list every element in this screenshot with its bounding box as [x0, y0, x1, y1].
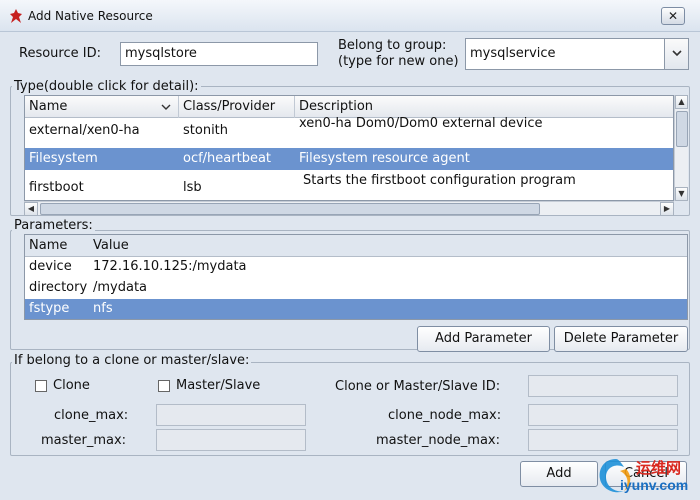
- parameters-legend: Parameters:: [12, 218, 95, 233]
- table-row[interactable]: device 172.16.10.125:/mydata: [25, 257, 687, 278]
- clone-node-max-label: clone_node_max:: [388, 408, 502, 423]
- column-header-provider[interactable]: Class/Provider: [179, 96, 295, 118]
- scroll-up-icon[interactable]: ▲: [675, 95, 688, 109]
- clone-max-label: clone_max:: [54, 408, 129, 423]
- chevron-down-icon[interactable]: [664, 39, 688, 69]
- scroll-left-icon[interactable]: ◀: [24, 202, 38, 216]
- type-table-header: Name Class/Provider Description: [25, 96, 673, 118]
- scroll-thumb[interactable]: [676, 111, 688, 147]
- group-combo-value: mysqlservice: [470, 46, 556, 61]
- clone-label: Clone: [53, 378, 90, 393]
- master-node-max-input[interactable]: [528, 429, 678, 451]
- resource-id-label: Resource ID:: [19, 46, 101, 61]
- master-max-label: master_max:: [41, 433, 127, 448]
- table-row-selected[interactable]: Filesystem ocf/heartbeat Filesystem reso…: [25, 148, 673, 170]
- watermark-url: iyunv.com: [620, 477, 689, 493]
- clone-id-input[interactable]: [528, 375, 678, 397]
- type-legend: Type(double click for detail):: [12, 79, 201, 94]
- type-table-hscrollbar[interactable]: ◀ ▶: [24, 201, 674, 216]
- delete-parameter-button[interactable]: Delete Parameter: [554, 326, 688, 352]
- table-row[interactable]: directory /mydata: [25, 278, 687, 299]
- column-header-description[interactable]: Description: [295, 96, 673, 118]
- close-button[interactable]: ✕: [661, 7, 685, 25]
- column-header-name[interactable]: Name: [25, 96, 179, 118]
- clone-checkbox[interactable]: [35, 380, 47, 392]
- master-node-max-label: master_node_max:: [376, 433, 500, 448]
- clone-legend: If belong to a clone or master/slave:: [12, 353, 252, 368]
- column-header-param-name[interactable]: Name: [25, 235, 89, 257]
- clone-id-label: Clone or Master/Slave ID:: [335, 379, 501, 394]
- type-table: Name Class/Provider Description external…: [24, 95, 674, 201]
- parameters-table-header: Name Value: [25, 235, 687, 257]
- add-parameter-button[interactable]: Add Parameter: [417, 326, 550, 352]
- title-bar: Add Native Resource ✕: [0, 0, 700, 32]
- table-row[interactable]: firstboot lsb Starts the firstboot confi…: [25, 172, 673, 200]
- add-button[interactable]: Add: [520, 461, 598, 487]
- group-label-hint: (type for new one): [338, 54, 459, 69]
- window-title: Add Native Resource: [28, 9, 153, 23]
- group-label: Belong to group:: [338, 38, 447, 53]
- column-header-param-value[interactable]: Value: [89, 235, 289, 257]
- group-combo[interactable]: mysqlservice: [465, 38, 689, 70]
- master-max-input[interactable]: [156, 429, 306, 451]
- parameters-table: Name Value device 172.16.10.125:/mydata …: [24, 234, 688, 320]
- watermark-text: 运维网: [636, 459, 682, 477]
- clone-max-input[interactable]: [156, 404, 306, 426]
- master-slave-label: Master/Slave: [176, 378, 261, 393]
- chevron-down-icon: [161, 104, 171, 110]
- scroll-thumb[interactable]: [40, 203, 540, 215]
- table-row[interactable]: external/xen0-ha stonith xen0-ha Dom0/Do…: [25, 116, 673, 146]
- scroll-right-icon[interactable]: ▶: [660, 202, 674, 216]
- heartbeat-app-icon: [10, 9, 22, 23]
- clone-node-max-input[interactable]: [528, 404, 678, 426]
- scroll-down-icon[interactable]: ▼: [675, 187, 688, 201]
- master-slave-checkbox[interactable]: [158, 380, 170, 392]
- table-row-selected[interactable]: fstype nfs: [25, 299, 687, 319]
- watermark-logo: 运维网 iyunv.com: [596, 455, 696, 497]
- type-table-vscrollbar[interactable]: ▲ ▼: [674, 95, 688, 201]
- resource-id-input[interactable]: mysqlstore: [120, 42, 318, 66]
